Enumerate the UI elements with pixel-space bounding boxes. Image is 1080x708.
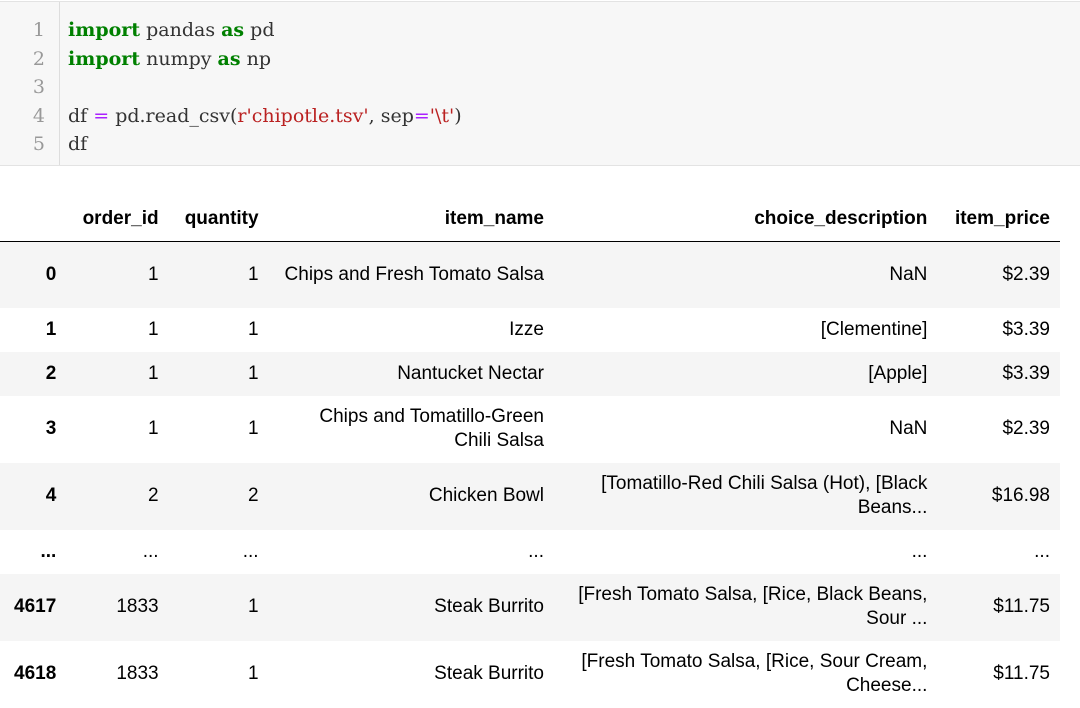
cell-choice-description: [Tomatillo-Red Chili Salsa (Hot), [Black… — [601, 473, 928, 518]
code-token: pd.read_csv( — [109, 104, 238, 127]
code-token: import — [68, 47, 141, 70]
code-line: df = pd.read_csv(r'chipotle.tsv', sep='\… — [68, 102, 462, 130]
code-line: df — [68, 130, 87, 158]
cell-item-name: Chips and Tomatillo-Green Chili Salsa — [319, 406, 544, 451]
row-index: 1 — [45, 318, 57, 340]
cell-choice-description: [Apple] — [868, 362, 928, 384]
code-token: '\t' — [429, 104, 455, 127]
line-number: 5 — [32, 133, 45, 156]
cell-quantity: 2 — [248, 485, 259, 506]
code-token: ) — [454, 104, 462, 127]
cell-choice-description: [Clementine] — [820, 318, 928, 340]
cell-order-id: 1833 — [116, 596, 159, 617]
cell-choice-description: NaN — [889, 418, 928, 439]
cell-order-id: 1 — [148, 318, 159, 340]
column-header-choice-description: choice_description — [554, 197, 938, 242]
cell-item-name: Steak Burrito — [434, 663, 544, 684]
row-index: 0 — [45, 263, 57, 285]
table-row: 1 1 1 Izze [Clementine] $3.39 — [0, 307, 1060, 352]
line-number: 2 — [32, 47, 45, 70]
row-index: 4 — [45, 485, 57, 506]
cell-choice-description: ... — [911, 540, 928, 562]
table-row: 4618 1833 1 Steak Burrito [Fresh Tomato Sals… — [0, 640, 1060, 708]
cell-item-price: $3.39 — [1002, 318, 1050, 340]
line-number: 3 — [32, 76, 45, 99]
line-number-gutter: 1 2 3 4 5 — [0, 2, 60, 165]
cell-item-price: $2.39 — [1002, 418, 1050, 439]
row-index: 2 — [45, 362, 57, 384]
cell-item-price: ... — [1034, 540, 1050, 562]
cell-item-price: $11.75 — [993, 663, 1050, 684]
cell-item-name: Izze — [509, 318, 544, 340]
cell-item-name: Nantucket Nectar — [397, 362, 544, 384]
code-token: np — [240, 47, 272, 70]
cell-item-price: $11.75 — [993, 596, 1050, 617]
code-token: import — [68, 19, 141, 41]
table-row: 0 1 1 Chips and Fresh Tomato Salsa NaN $2.39 — [0, 241, 1060, 308]
cell-quantity: 1 — [248, 362, 259, 384]
cell-quantity: 1 — [248, 418, 259, 439]
code-token: pd — [244, 19, 275, 41]
line-number: 4 — [32, 104, 45, 127]
cell-quantity: 1 — [248, 263, 259, 285]
cell-order-id: ... — [142, 540, 159, 562]
dataframe-body: 0 1 1 Chips and Fresh Tomato Salsa NaN $2.39 1… — [0, 241, 1060, 708]
table-row: 4617 1833 1 Steak Burrito [Fresh Tomato Sals… — [0, 573, 1060, 641]
table-row: 4 2 2 Chicken Bowl [Tomatillo-Red Chili Sals… — [0, 462, 1060, 530]
cell-order-id: 1 — [148, 263, 159, 285]
code-token: = — [93, 104, 110, 127]
cell-choice-description: NaN — [889, 263, 928, 285]
cell-choice-description: [Fresh Tomato Salsa, [Rice, Sour Cream, … — [581, 651, 928, 696]
row-index: 4617 — [14, 596, 57, 617]
cell-choice-description: [Fresh Tomato Salsa, [Rice, Black Beans,… — [578, 584, 928, 629]
row-index: 3 — [45, 418, 57, 439]
row-index: ... — [40, 540, 57, 562]
table-row: 3 1 1 Chips and Tomatillo-Green Chili Salsa… — [0, 395, 1060, 463]
column-header-quantity: quantity — [168, 197, 269, 242]
code-token: as — [221, 19, 245, 41]
code-token: , sep — [368, 104, 414, 127]
cell-item-name: ... — [528, 540, 544, 562]
column-header-item-name: item_name — [268, 197, 554, 242]
line-number: 1 — [32, 19, 45, 41]
cell-item-price: $3.39 — [1002, 362, 1050, 384]
cell-item-name: Chicken Bowl — [428, 485, 544, 506]
cell-item-name: Steak Burrito — [434, 596, 544, 617]
cell-quantity: ... — [242, 540, 259, 562]
cell-order-id: 1 — [148, 418, 159, 439]
column-header-order-id: order_id — [66, 197, 169, 242]
row-index: 4618 — [14, 663, 57, 684]
table-row: 2 1 1 Nantucket Nectar [Apple] $3.39 — [0, 351, 1060, 396]
cell-item-price: $16.98 — [991, 485, 1050, 506]
table-row: .................. — [0, 529, 1060, 574]
code-token: df — [68, 133, 88, 156]
code-token: = — [413, 104, 430, 127]
cell-order-id: 1833 — [116, 663, 159, 684]
code-line: import pandas as pd — [68, 16, 275, 44]
code-token: numpy — [140, 47, 218, 70]
cell-order-id: 1 — [148, 362, 159, 384]
dataframe-output: order_id quantity item_name choice_descr… — [0, 197, 1060, 708]
column-header-item-price: item_price — [937, 197, 1060, 242]
cell-quantity: 1 — [248, 663, 259, 684]
cell-item-price: $2.39 — [1002, 263, 1050, 285]
column-header-index — [0, 197, 67, 242]
code-cell-input[interactable]: 12345 import pandas as pd import numpy as… — [0, 1, 1080, 166]
code-line: import numpy as np — [68, 45, 271, 73]
dataframe-header-row: order_id quantity item_name choice_descr… — [0, 197, 1060, 242]
code-token: as — [217, 47, 241, 70]
cell-quantity: 1 — [248, 596, 259, 617]
code-token: pandas — [140, 19, 222, 41]
cell-order-id: 2 — [148, 485, 159, 506]
cell-quantity: 1 — [248, 318, 259, 340]
cell-item-name: Chips and Fresh Tomato Salsa — [284, 263, 544, 285]
code-token: df — [68, 104, 94, 127]
code-token: r'chipotle.tsv' — [237, 104, 369, 127]
